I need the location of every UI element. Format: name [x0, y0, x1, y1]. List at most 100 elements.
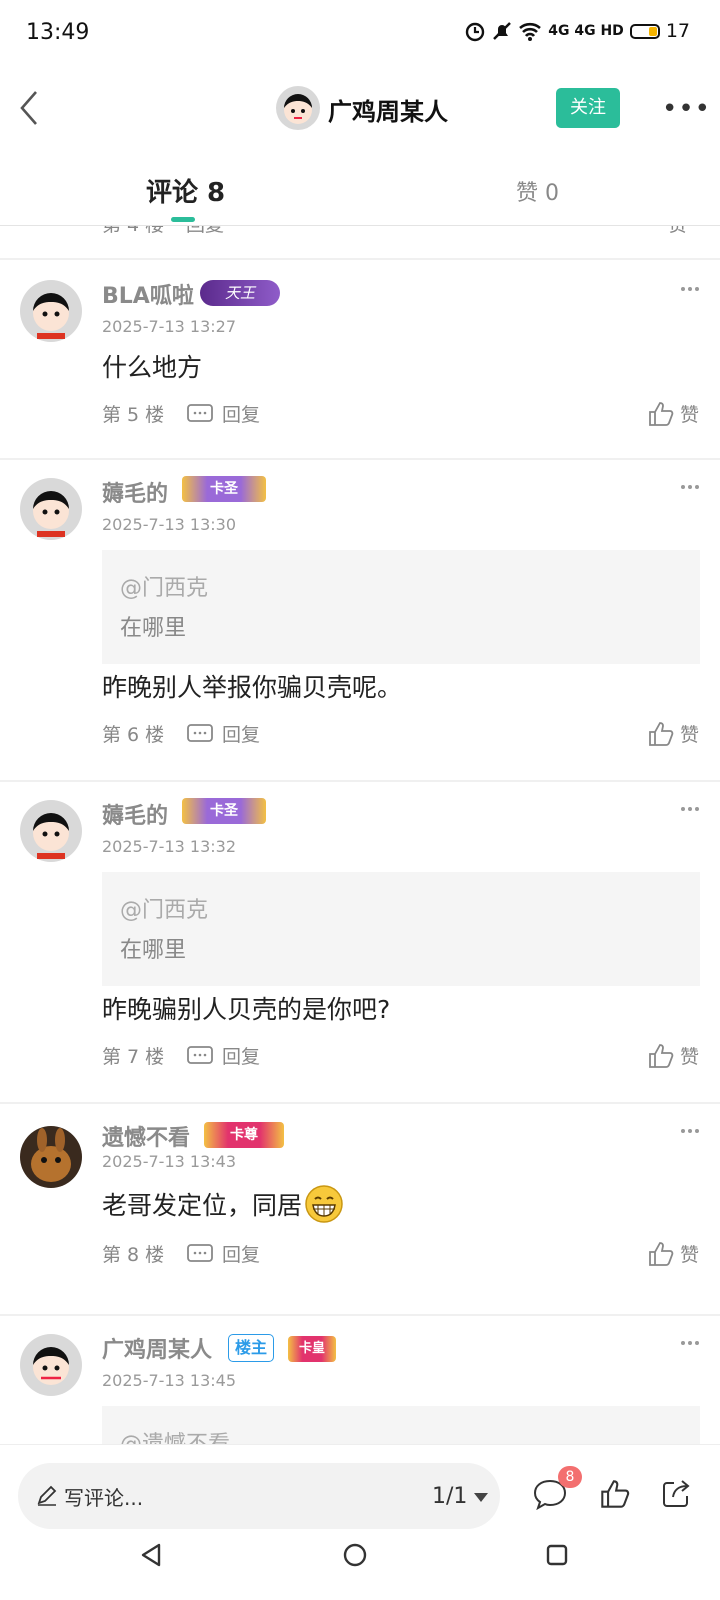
- like-button[interactable]: 赞: [648, 400, 699, 427]
- thumbs-up-icon: [649, 1241, 674, 1266]
- comment-item: BLA呱啦 天王 2025-7-13 13:27 什么地方 第 5 楼 回复 赞: [0, 260, 720, 460]
- dropdown-arrow-icon[interactable]: [474, 1493, 488, 1502]
- like-label: 赞: [680, 404, 700, 426]
- timestamp: 2025-7-13 13:30: [102, 515, 236, 534]
- comment-item: 广鸡周某人 楼主 卡皇 2025-7-13 13:45 @遗憾不看: [0, 1314, 720, 1444]
- wifi-icon: [519, 22, 542, 41]
- quoted-text: 在哪里: [120, 616, 187, 641]
- alarm-icon: [466, 22, 485, 42]
- back-icon[interactable]: [14, 86, 44, 130]
- comment-more-icon[interactable]: [680, 1128, 700, 1134]
- host-badge: 楼主: [228, 1334, 275, 1362]
- comment-text: 昨晚别人举报你骗贝壳呢。: [102, 673, 403, 702]
- user-level-badge: 卡尊: [204, 1122, 284, 1148]
- grin-emoji-icon: [305, 1185, 343, 1223]
- timestamp: 2025-7-13 13:43: [102, 1152, 236, 1171]
- partial-comment-footer: 第 4 楼 回复 赞: [0, 226, 720, 258]
- username[interactable]: 薅毛的: [102, 476, 168, 508]
- write-comment-placeholder[interactable]: 写评论...: [64, 1482, 143, 1511]
- username[interactable]: BLA呱啦: [102, 278, 194, 310]
- comment-more-icon[interactable]: [680, 806, 700, 812]
- pencil-icon: [37, 1485, 57, 1506]
- thumbs-up-icon[interactable]: [600, 1479, 630, 1509]
- avatar[interactable]: [20, 1334, 82, 1396]
- username[interactable]: 广鸡周某人: [102, 1332, 212, 1364]
- mute-icon: [493, 22, 512, 40]
- reply-button[interactable]: 回复: [186, 1240, 260, 1267]
- nav-recents-icon[interactable]: [545, 1543, 569, 1567]
- battery-icon: [629, 23, 660, 39]
- comment-more-icon[interactable]: [680, 286, 700, 292]
- battery-level: 17: [665, 20, 690, 42]
- reply-button[interactable]: 回复: [186, 226, 224, 237]
- quoted-comment[interactable]: @门西克 在哪里: [102, 872, 700, 986]
- comment-item: 遗憾不看 卡尊 2025-7-13 13:43 老哥发定位，同居 第 8 楼 回…: [0, 1102, 720, 1316]
- page-indicator[interactable]: 1/1: [432, 1484, 467, 1509]
- quoted-comment[interactable]: @门西克 在哪里: [102, 550, 700, 664]
- timestamp: 2025-7-13 13:32: [102, 837, 236, 856]
- avatar[interactable]: [20, 1126, 82, 1188]
- like-label: 赞: [680, 724, 700, 746]
- floor-label: 第 4 楼: [102, 226, 164, 237]
- status-bar: 13:49 4G 4G HD 17: [0, 0, 720, 66]
- timestamp: 2025-7-13 13:27: [102, 317, 236, 336]
- username[interactable]: 薅毛的: [102, 798, 168, 830]
- comment-text: 老哥发定位，同居: [102, 1191, 303, 1220]
- tab-comments[interactable]: 评论 8: [146, 172, 225, 209]
- quoted-comment[interactable]: @遗憾不看: [102, 1406, 700, 1444]
- comment-item: 薅毛的 卡圣 2025-7-13 13:30 @门西克 在哪里 昨晚别人举报你骗…: [0, 458, 720, 782]
- reply-button[interactable]: 回复: [186, 1042, 260, 1069]
- page-title[interactable]: 广鸡周某人: [328, 92, 448, 127]
- nav-back-icon[interactable]: [139, 1542, 163, 1568]
- share-icon[interactable]: [660, 1478, 692, 1510]
- reply-icon: [187, 723, 213, 742]
- system-nav-bar: [0, 1536, 720, 1600]
- quoted-user[interactable]: @遗憾不看: [120, 1426, 230, 1444]
- status-icons: 4G 4G HD 17: [464, 20, 690, 42]
- reply-label: 回复: [222, 404, 261, 426]
- floor-label: 第 8 楼: [102, 1244, 165, 1266]
- reply-icon: [187, 403, 213, 422]
- avatar[interactable]: [20, 800, 82, 862]
- header-avatar[interactable]: [276, 86, 320, 130]
- like-button[interactable]: 赞: [648, 1042, 699, 1069]
- user-level-badge: 卡圣: [182, 798, 266, 824]
- comment-count-badge: 8: [558, 1466, 582, 1488]
- nav-home-icon[interactable]: [342, 1542, 368, 1568]
- user-level-badge: 卡圣: [182, 476, 266, 502]
- like-label: 赞: [680, 1244, 700, 1266]
- reply-icon: [187, 1243, 213, 1262]
- quoted-user[interactable]: @门西克: [120, 892, 208, 924]
- comment-text: 什么地方: [102, 353, 203, 382]
- comment-more-icon[interactable]: [680, 484, 700, 490]
- thumbs-up-icon: [649, 401, 674, 426]
- like-button[interactable]: 赞: [668, 226, 687, 237]
- tab-active-indicator: [171, 217, 195, 222]
- reply-button[interactable]: 回复: [186, 720, 260, 747]
- follow-button[interactable]: 关注: [556, 88, 620, 128]
- username[interactable]: 遗憾不看: [102, 1120, 190, 1152]
- reply-label: 回复: [222, 1046, 261, 1068]
- network-label: 4G 4G HD: [548, 23, 624, 39]
- comment-text: 昨晚骗别人贝壳的是你吧?: [102, 995, 391, 1024]
- reply-label: 回复: [222, 724, 261, 746]
- status-time: 13:49: [26, 20, 90, 45]
- more-options-button[interactable]: •••: [662, 94, 711, 124]
- thumbs-up-icon: [649, 1043, 674, 1068]
- quoted-user[interactable]: @门西克: [120, 570, 208, 602]
- like-label: 赞: [680, 1046, 700, 1068]
- thumbs-up-icon: [649, 721, 674, 746]
- floor-label: 第 5 楼: [102, 404, 165, 426]
- floor-label: 第 7 楼: [102, 1046, 165, 1068]
- comment-more-icon[interactable]: [680, 1340, 700, 1346]
- avatar[interactable]: [20, 478, 82, 540]
- floor-label: 第 6 楼: [102, 724, 165, 746]
- comment-item: 薅毛的 卡圣 2025-7-13 13:32 @门西克 在哪里 昨晚骗别人贝壳的…: [0, 780, 720, 1104]
- quoted-text: 在哪里: [120, 938, 187, 963]
- reply-button[interactable]: 回复: [186, 400, 260, 427]
- avatar[interactable]: [20, 280, 82, 342]
- like-button[interactable]: 赞: [648, 1240, 699, 1267]
- tab-likes[interactable]: 赞 0: [516, 175, 559, 207]
- user-level-badge: 天王: [200, 280, 280, 306]
- like-button[interactable]: 赞: [648, 720, 699, 747]
